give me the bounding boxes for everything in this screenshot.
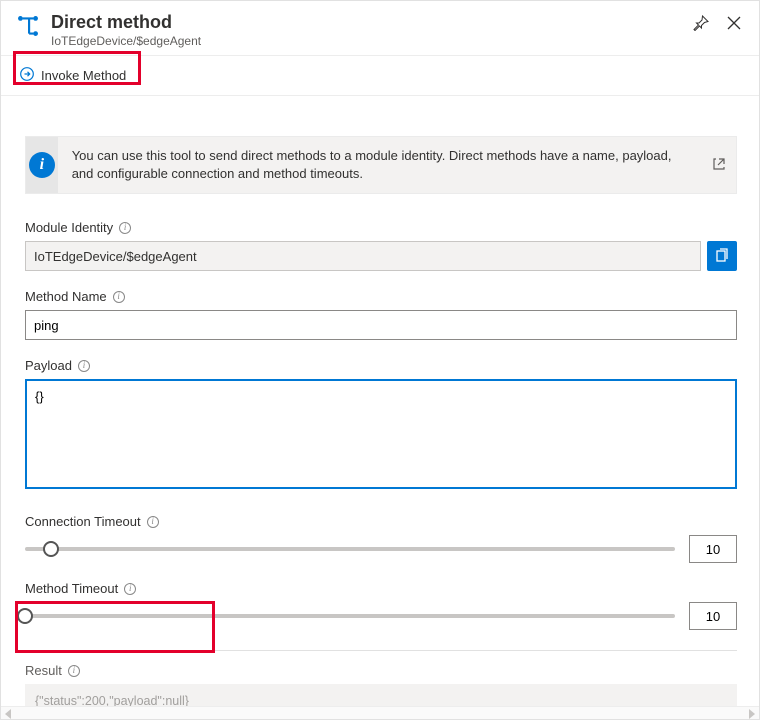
pin-button[interactable]	[691, 13, 711, 33]
connection-timeout-slider[interactable]	[25, 539, 675, 559]
method-name-row	[25, 310, 737, 340]
info-hint-icon[interactable]: i	[124, 583, 136, 595]
divider	[25, 650, 737, 651]
result-label-row: Result i	[25, 663, 737, 678]
method-timeout-slider[interactable]	[25, 606, 675, 626]
connection-timeout-label: Connection Timeout	[25, 514, 141, 529]
info-hint-icon[interactable]: i	[119, 222, 131, 234]
info-hint-icon[interactable]: i	[113, 291, 125, 303]
module-identity-input	[25, 241, 701, 271]
copy-icon	[714, 248, 730, 264]
connection-timeout-thumb[interactable]	[43, 541, 59, 557]
horizontal-scrollbar[interactable]	[1, 706, 759, 719]
pin-icon	[693, 15, 709, 31]
connection-timeout-value[interactable]	[689, 535, 737, 563]
module-identity-row	[25, 241, 737, 271]
header-actions	[691, 11, 743, 33]
close-button[interactable]	[725, 14, 743, 32]
method-timeout-label-row: Method Timeout i	[25, 581, 737, 596]
method-timeout-group: Method Timeout i	[25, 581, 737, 630]
invoke-method-button[interactable]: Invoke Method	[9, 58, 136, 93]
connection-timeout-label-row: Connection Timeout i	[25, 514, 737, 529]
close-icon	[727, 16, 741, 30]
method-name-label: Method Name	[25, 289, 107, 304]
page-subtitle: IoTEdgeDevice/$edgeAgent	[51, 33, 691, 49]
panel-body: i You can use this tool to send direct m…	[1, 96, 759, 706]
connection-timeout-group: Connection Timeout i	[25, 514, 737, 563]
direct-method-panel: Direct method IoTEdgeDevice/$edgeAgent	[0, 0, 760, 720]
method-timeout-value[interactable]	[689, 602, 737, 630]
result-label: Result	[25, 663, 62, 678]
module-identity-label: Module Identity	[25, 220, 113, 235]
info-banner: i You can use this tool to send direct m…	[25, 136, 737, 194]
info-hint-icon[interactable]: i	[147, 516, 159, 528]
info-icon: i	[29, 152, 55, 178]
external-link-icon	[712, 157, 726, 171]
method-timeout-label: Method Timeout	[25, 581, 118, 596]
payload-label: Payload	[25, 358, 72, 373]
invoke-icon	[19, 66, 35, 85]
copy-module-identity-button[interactable]	[707, 241, 737, 271]
info-text: You can use this tool to send direct met…	[58, 137, 702, 193]
payload-label-row: Payload i	[25, 358, 737, 373]
toolbar: Invoke Method	[1, 56, 759, 96]
result-output: {"status":200,"payload":null}	[25, 684, 737, 706]
info-external-link[interactable]	[702, 137, 736, 193]
panel-header: Direct method IoTEdgeDevice/$edgeAgent	[1, 1, 759, 56]
module-identity-label-row: Module Identity i	[25, 220, 737, 235]
header-titles: Direct method IoTEdgeDevice/$edgeAgent	[51, 11, 691, 49]
invoke-label: Invoke Method	[41, 68, 126, 83]
page-title: Direct method	[51, 11, 691, 33]
info-hint-icon[interactable]: i	[78, 360, 90, 372]
method-timeout-thumb[interactable]	[17, 608, 33, 624]
payload-input[interactable]	[25, 379, 737, 489]
method-name-input[interactable]	[25, 310, 737, 340]
method-name-label-row: Method Name i	[25, 289, 737, 304]
info-icon-wrap: i	[26, 137, 58, 193]
direct-method-icon	[15, 13, 41, 39]
info-hint-icon[interactable]: i	[68, 665, 80, 677]
